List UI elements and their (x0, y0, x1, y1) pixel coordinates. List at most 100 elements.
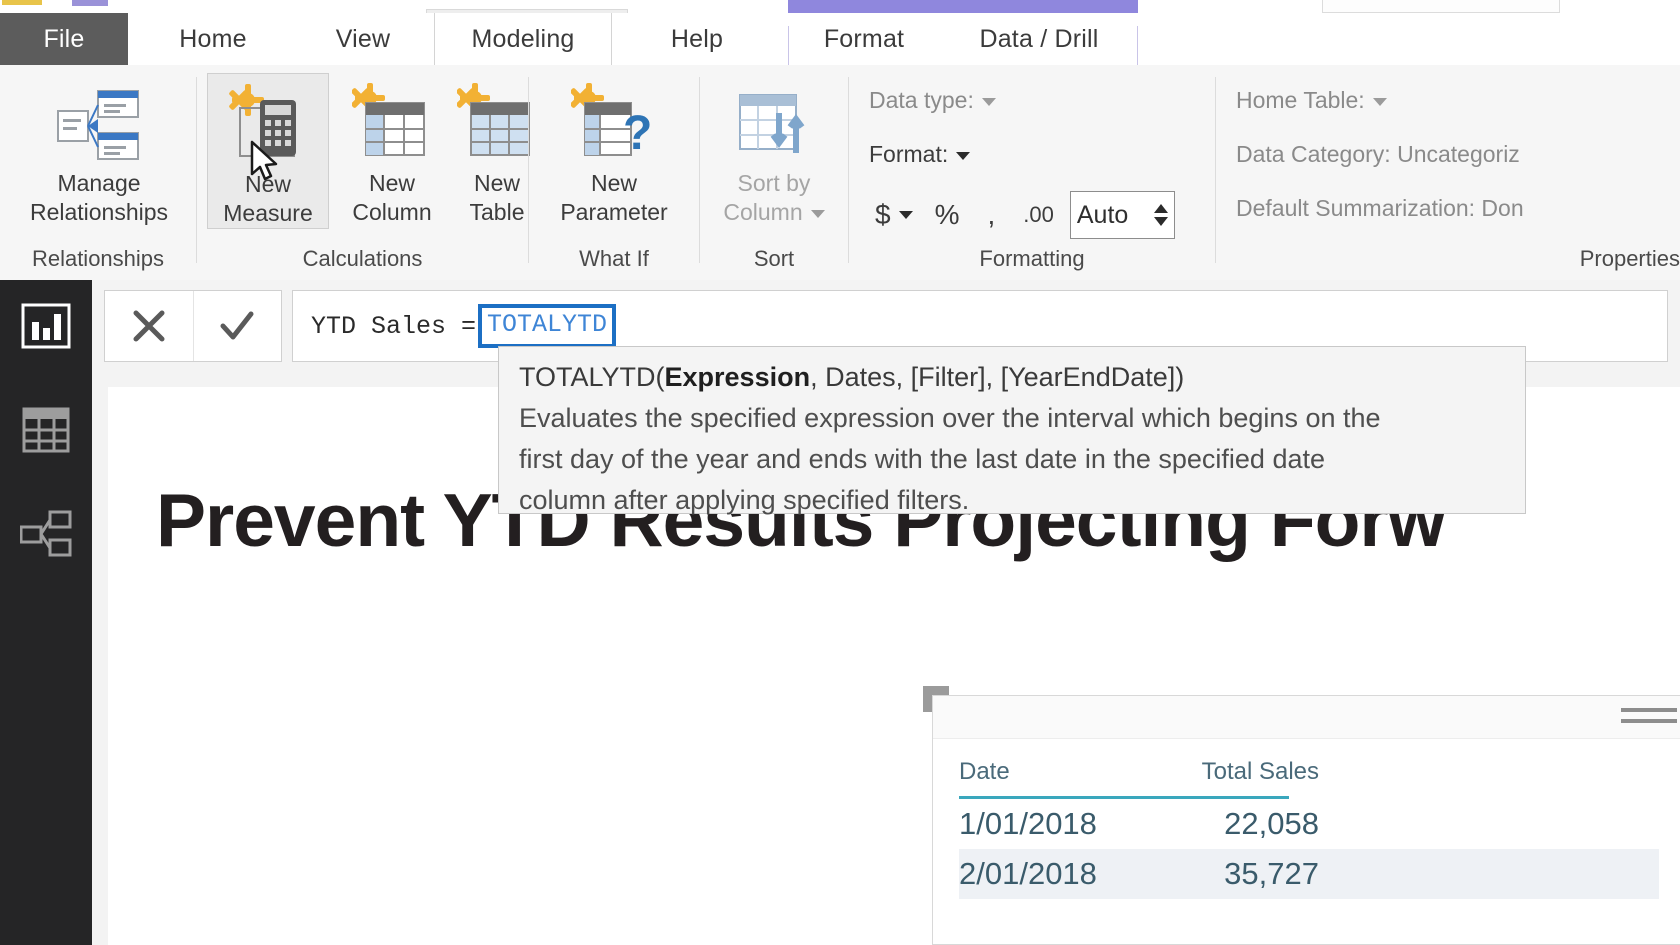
sort-by-column-chevron-down-icon[interactable] (810, 209, 825, 218)
table-visual[interactable]: Date Total Sales 1/01/2018 22,058 2/01/2… (923, 686, 1680, 945)
ribbon-group-properties-label: Properties (1579, 246, 1680, 271)
sort-by-column-button[interactable]: Sort by Column (708, 73, 840, 227)
ribbon-group-properties: Home Table: Data Category: Uncategoriz D… (1216, 65, 1680, 280)
new-parameter-label-1: New (590, 170, 637, 196)
thousands-separator-button[interactable]: , (981, 199, 1001, 231)
ribbon-group-calculations: New Measure New Column New Table Calcula… (197, 65, 530, 280)
format-label: Format: (869, 141, 949, 167)
table-grid-icon (21, 406, 71, 459)
cell-date: 2/01/2018 (959, 856, 1097, 891)
column-header-date[interactable]: Date (959, 758, 1144, 786)
decimal-places-arrows[interactable] (1153, 204, 1168, 226)
data-type-control[interactable]: Data type: (869, 87, 996, 114)
cell-total-sales: 35,727 (1224, 856, 1319, 891)
data-type-chevron-down-icon[interactable] (981, 97, 996, 106)
decimal-places-stepper[interactable]: Auto (1069, 191, 1175, 239)
tab-data-drill-label: Data / Drill (979, 24, 1099, 53)
new-table-label-2: Table (469, 199, 525, 225)
sidebar-item-report-view[interactable] (20, 302, 72, 354)
default-summarization-label: Default Summarization: Don (1236, 195, 1524, 221)
more-options-icon[interactable] (1621, 708, 1677, 742)
ribbon-group-what-if: ? New Parameter What If (529, 65, 699, 280)
new-table-label-1: New (473, 170, 520, 196)
intellisense-signature-suffix: , Dates, [Filter], [YearEndDate]) (810, 362, 1185, 392)
home-table-label: Home Table: (1236, 87, 1365, 113)
tab-home[interactable]: Home (150, 13, 276, 65)
visual-resize-handle-top-left[interactable] (923, 686, 949, 712)
format-chevron-down-icon[interactable] (956, 151, 971, 160)
tab-home-label: Home (179, 24, 247, 53)
tab-view-label: View (335, 24, 391, 53)
ribbon-group-sort-label: Sort (753, 246, 795, 271)
new-column-label-1: New (368, 170, 415, 196)
new-table-icon (457, 73, 537, 165)
formula-commit-button[interactable] (192, 291, 282, 361)
stepper-up-icon[interactable] (1153, 204, 1168, 213)
tab-file[interactable]: File (0, 13, 128, 65)
format-control[interactable]: Format: (869, 141, 971, 168)
new-parameter-label-2: Parameter (560, 199, 668, 225)
column-header-total-sales[interactable]: Total Sales (1144, 758, 1319, 786)
home-table-control[interactable]: Home Table: (1236, 87, 1387, 114)
svg-text:?: ? (623, 107, 652, 160)
tab-help[interactable]: Help (634, 13, 760, 65)
ribbon-group-formatting-label: Formatting (979, 246, 1085, 271)
stepper-down-icon[interactable] (1153, 217, 1168, 226)
titlebar-right-ghost-control (1322, 0, 1560, 13)
cell-total-sales: 22,058 (1224, 806, 1319, 841)
intellisense-description-line-1: Evaluates the specified expression over … (519, 403, 1381, 433)
data-type-label: Data type: (869, 87, 974, 113)
manage-relationships-label: Manage Relationships (30, 169, 168, 227)
new-column-label: New Column (352, 169, 431, 227)
new-column-icon (352, 73, 432, 165)
currency-format-button[interactable]: $ (869, 199, 897, 231)
intellisense-description-line-2: first day of the year and ends with the … (519, 444, 1325, 474)
intellisense-signature-bold: Expression (664, 362, 811, 392)
table-row[interactable]: 2/01/2018 35,727 (959, 849, 1659, 899)
visual-header-band (933, 696, 1680, 739)
table-row[interactable]: 1/01/2018 22,058 (959, 799, 1659, 849)
sort-by-column-icon (732, 73, 816, 165)
new-parameter-button[interactable]: ? New Parameter (543, 73, 685, 227)
new-column-button[interactable]: New Column (337, 73, 447, 227)
data-category-label: Data Category: Uncategoriz (1236, 141, 1520, 167)
relationships-icon (19, 510, 72, 563)
table-header-row: Date Total Sales (959, 758, 1659, 796)
tab-help-label: Help (670, 24, 724, 53)
sidebar-item-data-view[interactable] (20, 406, 72, 458)
tab-view[interactable]: View (300, 13, 426, 65)
tab-data-drill[interactable]: Data / Drill (940, 13, 1138, 65)
default-summarization-control[interactable]: Default Summarization: Don (1236, 195, 1524, 222)
ribbon-group-sort: Sort by Column Sort (700, 65, 848, 280)
tab-format-label: Format (823, 24, 905, 53)
tab-format[interactable]: Format (790, 13, 938, 65)
manage-relationships-button[interactable]: Manage Relationships (18, 73, 180, 227)
new-parameter-label: New Parameter (560, 169, 667, 227)
ribbon-tabstrip: File Home View Modeling Help Format Data… (0, 13, 1680, 78)
new-table-label: New Table (470, 169, 525, 227)
sort-by-column-label: Sort by Column (723, 169, 825, 227)
decimal-places-value: Auto (1076, 200, 1129, 229)
formula-selected-token[interactable]: TOTALYTD (478, 304, 617, 348)
ribbon-group-relationships: Manage Relationships Relationships (0, 65, 196, 280)
cell-date: 1/01/2018 (959, 806, 1097, 841)
sidebar-item-model-view[interactable] (19, 510, 72, 563)
currency-chevron-down-icon[interactable] (898, 211, 913, 219)
intellisense-signature: TOTALYTD(Expression, Dates, [Filter], [Y… (519, 357, 1507, 398)
data-category-control[interactable]: Data Category: Uncategoriz (1236, 141, 1520, 168)
percent-format-button[interactable]: % (929, 199, 966, 231)
tab-modeling[interactable]: Modeling (434, 13, 612, 65)
format-quick-buttons: $ % , .00 Auto (869, 191, 1175, 239)
home-table-chevron-down-icon[interactable] (1372, 97, 1387, 106)
ribbon-group-calculations-label: Calculations (302, 246, 423, 271)
decimal-places-button[interactable]: .00 (1017, 202, 1060, 228)
power-bi-desktop-window: File Home View Modeling Help Format Data… (0, 0, 1680, 945)
titlebar-accent-purple (72, 0, 108, 6)
intellisense-tooltip: TOTALYTD(Expression, Dates, [Filter], [Y… (498, 346, 1526, 515)
ribbon-group-what-if-label: What If (579, 246, 649, 271)
view-switch-rail (0, 280, 92, 945)
ribbon-group-formatting: Data type: Format: $ % , .00 Auto Format… (849, 65, 1215, 280)
table-visual-grid: Date Total Sales 1/01/2018 22,058 2/01/2… (959, 758, 1659, 899)
manage-relationships-icon (56, 73, 142, 165)
formula-cancel-button[interactable] (105, 291, 193, 361)
